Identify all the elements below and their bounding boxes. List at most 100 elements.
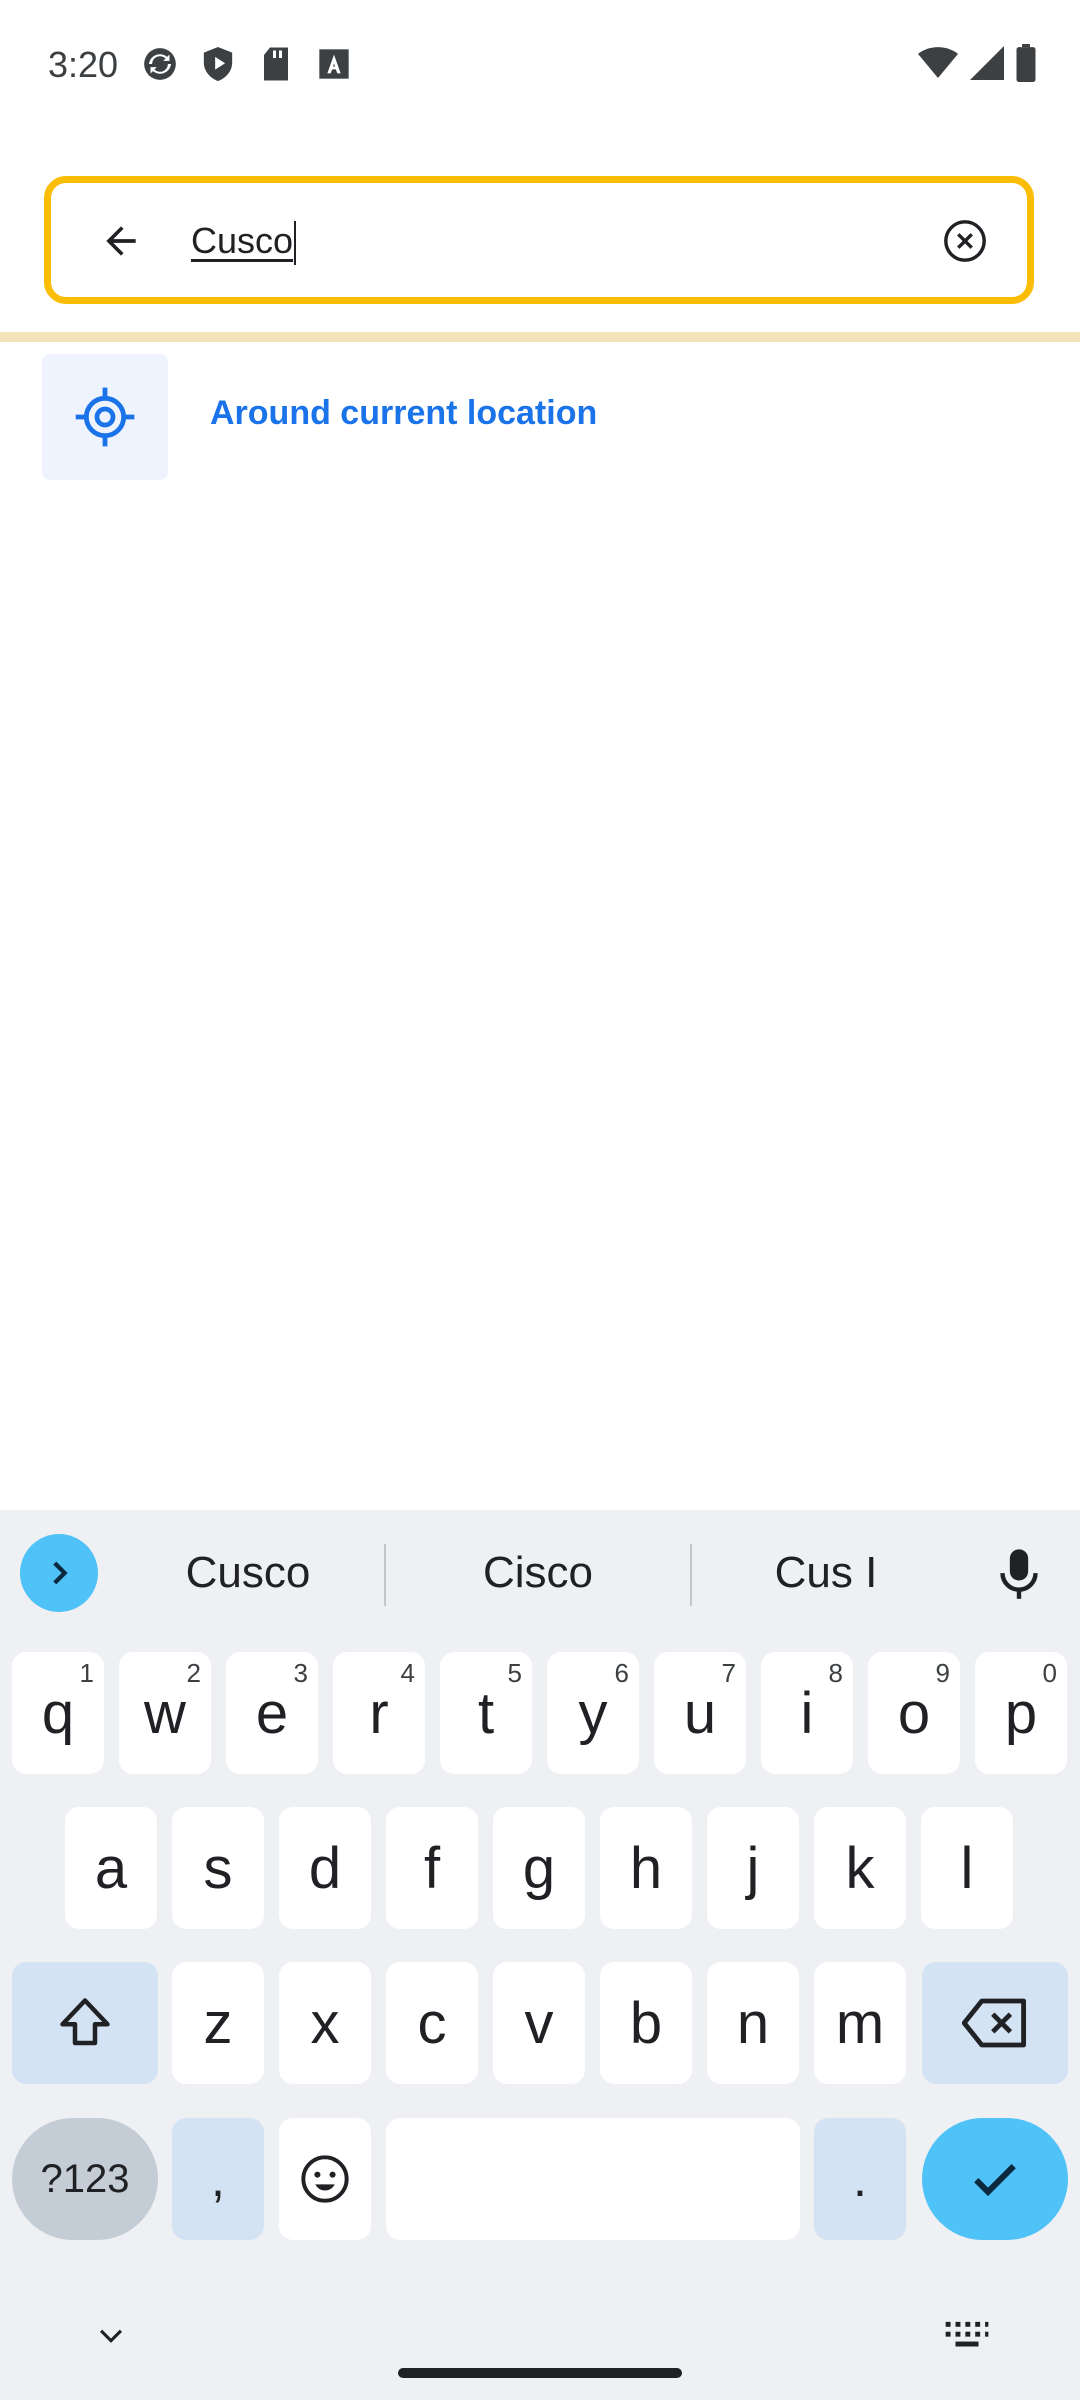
keyboard-switch-icon[interactable] [942, 2310, 992, 2360]
key-i[interactable]: i8 [761, 1652, 853, 1774]
key-label: y [578, 1680, 608, 1746]
key-a[interactable]: a [65, 1807, 157, 1929]
arrow-back-icon[interactable] [91, 213, 151, 269]
status-bar: 3:20 [0, 0, 1080, 132]
key-q[interactable]: q1 [12, 1652, 104, 1774]
keyboard-menu-arrow-icon[interactable] [20, 1534, 98, 1612]
key-m[interactable]: m [814, 1962, 906, 2084]
clear-circle-icon[interactable] [939, 215, 991, 267]
key-h[interactable]: h [600, 1807, 692, 1929]
key-u[interactable]: u7 [654, 1652, 746, 1774]
search-input[interactable]: Cusco [191, 209, 951, 273]
key-number-hint: 1 [79, 1658, 94, 1688]
search-divider [0, 332, 1080, 342]
shift-arrow-icon [60, 1998, 110, 2046]
shield-play-icon [198, 44, 238, 84]
suggestion-separator [384, 1544, 386, 1606]
key-number-hint: 6 [614, 1658, 629, 1688]
key-label: e [255, 1680, 289, 1746]
sd-card-icon [256, 44, 296, 84]
suggestion-2[interactable]: Cisco [400, 1538, 676, 1608]
key-label: u [683, 1680, 717, 1746]
sync-icon [140, 44, 180, 84]
key-label: z [203, 1990, 233, 2056]
text-caret [294, 221, 297, 266]
key-number-hint: 5 [507, 1658, 522, 1688]
comma-key[interactable]: , [172, 2118, 264, 2240]
key-o[interactable]: o9 [868, 1652, 960, 1774]
period-key[interactable]: . [814, 2118, 906, 2240]
key-number-hint: 0 [1042, 1658, 1057, 1688]
emoji-smile-icon [301, 2155, 349, 2203]
key-e[interactable]: e3 [226, 1652, 318, 1774]
key-number-hint: 3 [293, 1658, 308, 1688]
microphone-icon[interactable] [984, 1540, 1054, 1610]
key-y[interactable]: y6 [547, 1652, 639, 1774]
key-label: g [522, 1835, 556, 1901]
suggestion-strip: Cusco Cisco Cus I [0, 1510, 1080, 1630]
emoji-key[interactable] [279, 2118, 371, 2240]
suggestion-1[interactable]: Cusco [128, 1538, 368, 1608]
wifi-icon [918, 45, 958, 86]
key-k[interactable]: k [814, 1807, 906, 1929]
notification-icons [140, 44, 354, 84]
backspace-icon [962, 1998, 1027, 2048]
key-r[interactable]: r4 [333, 1652, 425, 1774]
key-number-hint: 7 [721, 1658, 736, 1688]
key-number-hint: 4 [400, 1658, 415, 1688]
key-label: x [310, 1990, 340, 2056]
key-label: t [477, 1680, 495, 1746]
key-w[interactable]: w2 [119, 1652, 211, 1774]
key-g[interactable]: g [493, 1807, 585, 1929]
hide-keyboard-chevron-icon[interactable] [86, 2310, 136, 2360]
shift-key[interactable] [12, 1962, 158, 2084]
check-icon [974, 2164, 1016, 2197]
key-label: c [417, 1990, 447, 2056]
key-z[interactable]: z [172, 1962, 264, 2084]
location-label: Around current location [210, 394, 598, 432]
key-label: v [524, 1990, 554, 2056]
space-key[interactable] [386, 2118, 800, 2240]
key-number-hint: 2 [186, 1658, 201, 1688]
font-a-icon [314, 44, 354, 84]
key-d[interactable]: d [279, 1807, 371, 1929]
key-b[interactable]: b [600, 1962, 692, 2084]
gps-target-icon [42, 354, 168, 480]
key-label: n [736, 1990, 770, 2056]
key-label: w [144, 1680, 186, 1746]
key-s[interactable]: s [172, 1807, 264, 1929]
key-label: s [203, 1835, 233, 1901]
around-current-location-item[interactable]: Around current location [0, 352, 1080, 482]
backspace-key[interactable] [922, 1962, 1068, 2084]
key-label: k [845, 1835, 875, 1901]
key-label: m [835, 1990, 885, 2056]
key-t[interactable]: t5 [440, 1652, 532, 1774]
battery-icon [1016, 44, 1036, 87]
key-v[interactable]: v [493, 1962, 585, 2084]
cell-signal-icon [970, 46, 1004, 85]
key-label: b [629, 1990, 663, 2056]
suggestion-3[interactable]: Cus I [706, 1538, 946, 1608]
key-j[interactable]: j [707, 1807, 799, 1929]
enter-key[interactable] [922, 2118, 1068, 2240]
suggestion-separator [690, 1544, 692, 1606]
key-f[interactable]: f [386, 1807, 478, 1929]
key-l[interactable]: l [921, 1807, 1013, 1929]
key-p[interactable]: p0 [975, 1652, 1067, 1774]
key-label: i [800, 1680, 814, 1746]
key-number-hint: 9 [935, 1658, 950, 1688]
key-label: d [308, 1835, 342, 1901]
key-label: a [94, 1835, 128, 1901]
key-x[interactable]: x [279, 1962, 371, 2084]
system-icons [918, 44, 1036, 87]
key-n[interactable]: n [707, 1962, 799, 2084]
key-label: h [629, 1835, 663, 1901]
key-c[interactable]: c [386, 1962, 478, 2084]
key-label: o [897, 1680, 931, 1746]
keyboard-nav-area [0, 2280, 1080, 2400]
home-gesture-bar[interactable] [398, 2368, 682, 2378]
symbols-key[interactable]: ?123 [12, 2118, 158, 2240]
key-number-hint: 8 [828, 1658, 843, 1688]
status-time: 3:20 [48, 44, 119, 85]
key-label: p [1004, 1680, 1038, 1746]
